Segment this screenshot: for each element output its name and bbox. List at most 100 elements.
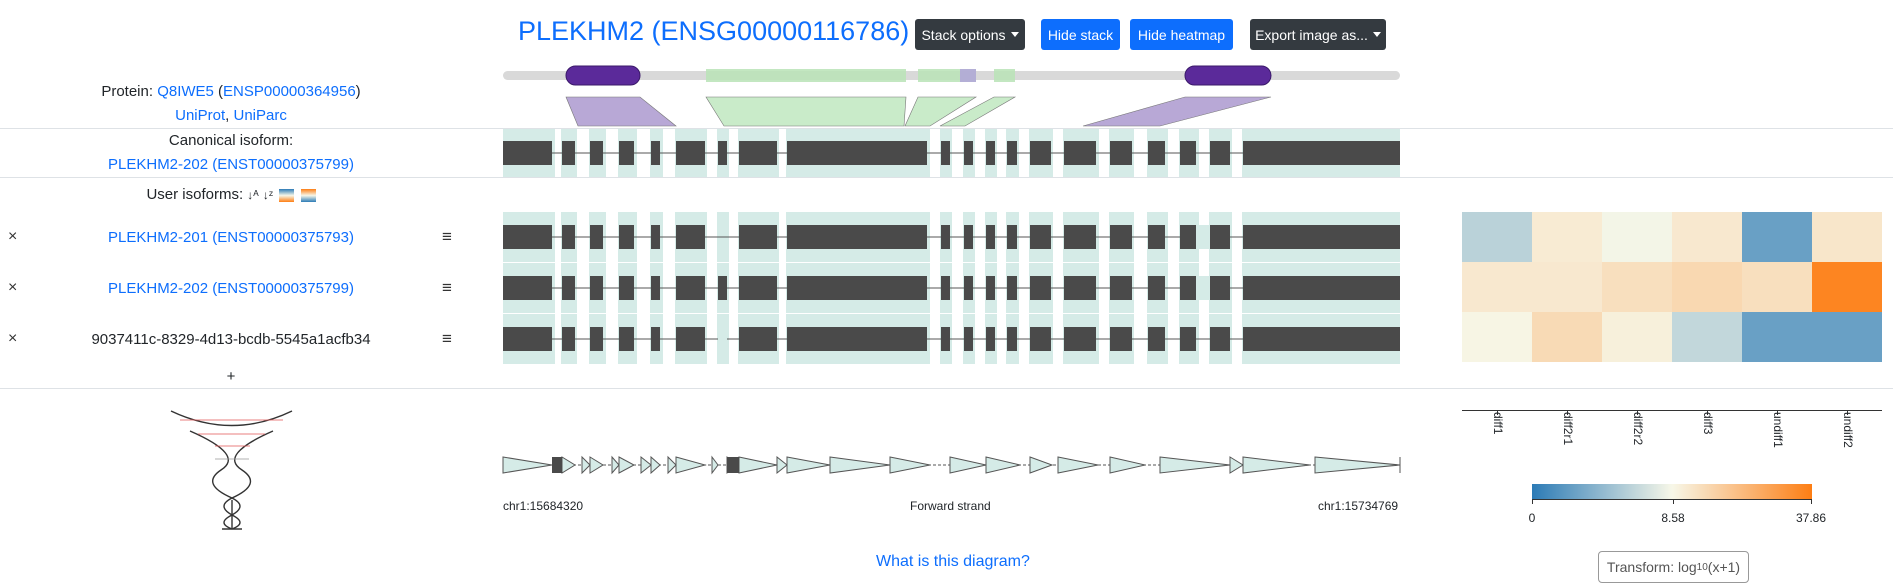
exon[interactable] bbox=[1064, 276, 1096, 300]
exon[interactable] bbox=[739, 225, 777, 249]
heatmap-cell[interactable] bbox=[1532, 262, 1602, 312]
protein-region[interactable] bbox=[706, 69, 906, 82]
exon[interactable] bbox=[651, 276, 660, 300]
exon[interactable] bbox=[1210, 141, 1230, 165]
exon[interactable] bbox=[651, 225, 660, 249]
protein-region[interactable] bbox=[994, 69, 1015, 82]
heatmap-cell[interactable] bbox=[1812, 312, 1882, 362]
exon[interactable] bbox=[1007, 327, 1017, 351]
exon[interactable] bbox=[590, 327, 603, 351]
exon[interactable] bbox=[676, 141, 705, 165]
exon[interactable] bbox=[1180, 276, 1196, 300]
exon[interactable] bbox=[941, 327, 950, 351]
exon[interactable] bbox=[964, 225, 973, 249]
exon[interactable] bbox=[986, 225, 995, 249]
exon[interactable] bbox=[1064, 141, 1096, 165]
exon[interactable] bbox=[676, 225, 705, 249]
heatmap-cell[interactable] bbox=[1742, 262, 1812, 312]
exon[interactable] bbox=[986, 327, 995, 351]
exon[interactable] bbox=[739, 327, 777, 351]
heatmap-cell[interactable] bbox=[1602, 262, 1672, 312]
heatmap-cell[interactable] bbox=[1462, 212, 1532, 262]
heatmap-cell[interactable] bbox=[1462, 312, 1532, 362]
exon[interactable] bbox=[1148, 327, 1165, 351]
isoform-track[interactable] bbox=[503, 263, 1400, 313]
exon[interactable] bbox=[941, 225, 950, 249]
exon[interactable] bbox=[1243, 141, 1400, 165]
heatmap-cell[interactable] bbox=[1672, 312, 1742, 362]
exon[interactable] bbox=[986, 276, 995, 300]
exon[interactable] bbox=[676, 276, 705, 300]
exon[interactable] bbox=[1243, 327, 1400, 351]
exon[interactable] bbox=[1148, 276, 1165, 300]
protein-region[interactable] bbox=[960, 69, 976, 82]
heatmap-cell[interactable] bbox=[1532, 212, 1602, 262]
heatmap-cell[interactable] bbox=[1602, 212, 1672, 262]
heatmap-cell[interactable] bbox=[1812, 262, 1882, 312]
isoform-track[interactable] bbox=[503, 129, 1400, 177]
isoform-track[interactable] bbox=[503, 314, 1400, 364]
exon[interactable] bbox=[590, 225, 603, 249]
exon[interactable] bbox=[1064, 225, 1096, 249]
exon[interactable] bbox=[1030, 225, 1051, 249]
heatmap-cell[interactable] bbox=[1742, 312, 1812, 362]
exon[interactable] bbox=[1110, 327, 1132, 351]
exon[interactable] bbox=[1210, 225, 1230, 249]
exon[interactable] bbox=[986, 141, 995, 165]
exon[interactable] bbox=[1007, 225, 1017, 249]
exon[interactable] bbox=[590, 141, 603, 165]
exon[interactable] bbox=[619, 141, 634, 165]
exon[interactable] bbox=[1110, 141, 1132, 165]
isoform-track[interactable] bbox=[503, 212, 1400, 262]
exon[interactable] bbox=[941, 141, 950, 165]
exon[interactable] bbox=[1210, 276, 1230, 300]
exon[interactable] bbox=[1030, 327, 1051, 351]
heatmap-cell[interactable] bbox=[1672, 212, 1742, 262]
exon[interactable] bbox=[1110, 225, 1132, 249]
heatmap-cell[interactable] bbox=[1742, 212, 1812, 262]
exon[interactable] bbox=[562, 225, 575, 249]
exon[interactable] bbox=[787, 276, 927, 300]
exon[interactable] bbox=[590, 276, 603, 300]
exon[interactable] bbox=[619, 276, 634, 300]
protein-domain[interactable] bbox=[565, 65, 641, 86]
exon[interactable] bbox=[739, 276, 777, 300]
exon[interactable] bbox=[941, 276, 950, 300]
exon[interactable] bbox=[1030, 276, 1051, 300]
exon[interactable] bbox=[964, 141, 973, 165]
exon[interactable] bbox=[1148, 225, 1165, 249]
exon[interactable] bbox=[1110, 276, 1132, 300]
exon[interactable] bbox=[1007, 141, 1017, 165]
exon[interactable] bbox=[718, 276, 727, 300]
exon[interactable] bbox=[503, 327, 552, 351]
exon[interactable] bbox=[651, 141, 660, 165]
exon[interactable] bbox=[562, 141, 575, 165]
exon[interactable] bbox=[1007, 276, 1017, 300]
exon[interactable] bbox=[503, 141, 552, 165]
exon[interactable] bbox=[619, 225, 634, 249]
heatmap-cell[interactable] bbox=[1602, 312, 1672, 362]
exon[interactable] bbox=[1148, 141, 1165, 165]
exon[interactable] bbox=[1180, 327, 1196, 351]
exon[interactable] bbox=[619, 327, 634, 351]
exon[interactable] bbox=[1064, 327, 1096, 351]
exon[interactable] bbox=[1243, 276, 1400, 300]
exon[interactable] bbox=[964, 276, 973, 300]
exon[interactable] bbox=[562, 276, 575, 300]
exon[interactable] bbox=[787, 225, 927, 249]
exon[interactable] bbox=[1210, 327, 1230, 351]
exon[interactable] bbox=[503, 276, 552, 300]
heatmap-cell[interactable] bbox=[1672, 262, 1742, 312]
exon[interactable] bbox=[1180, 225, 1196, 249]
help-link[interactable]: What is this diagram? bbox=[876, 553, 1030, 571]
protein-domain[interactable] bbox=[1184, 65, 1272, 86]
heatmap-cell[interactable] bbox=[1462, 262, 1532, 312]
exon[interactable] bbox=[1243, 225, 1400, 249]
transform-button[interactable]: Transform: log 10 (x+1) bbox=[1598, 551, 1749, 583]
exon[interactable] bbox=[739, 141, 777, 165]
exon[interactable] bbox=[1030, 141, 1051, 165]
heatmap-cell[interactable] bbox=[1532, 312, 1602, 362]
exon[interactable] bbox=[787, 141, 927, 165]
exon[interactable] bbox=[503, 225, 552, 249]
exon[interactable] bbox=[718, 141, 727, 165]
